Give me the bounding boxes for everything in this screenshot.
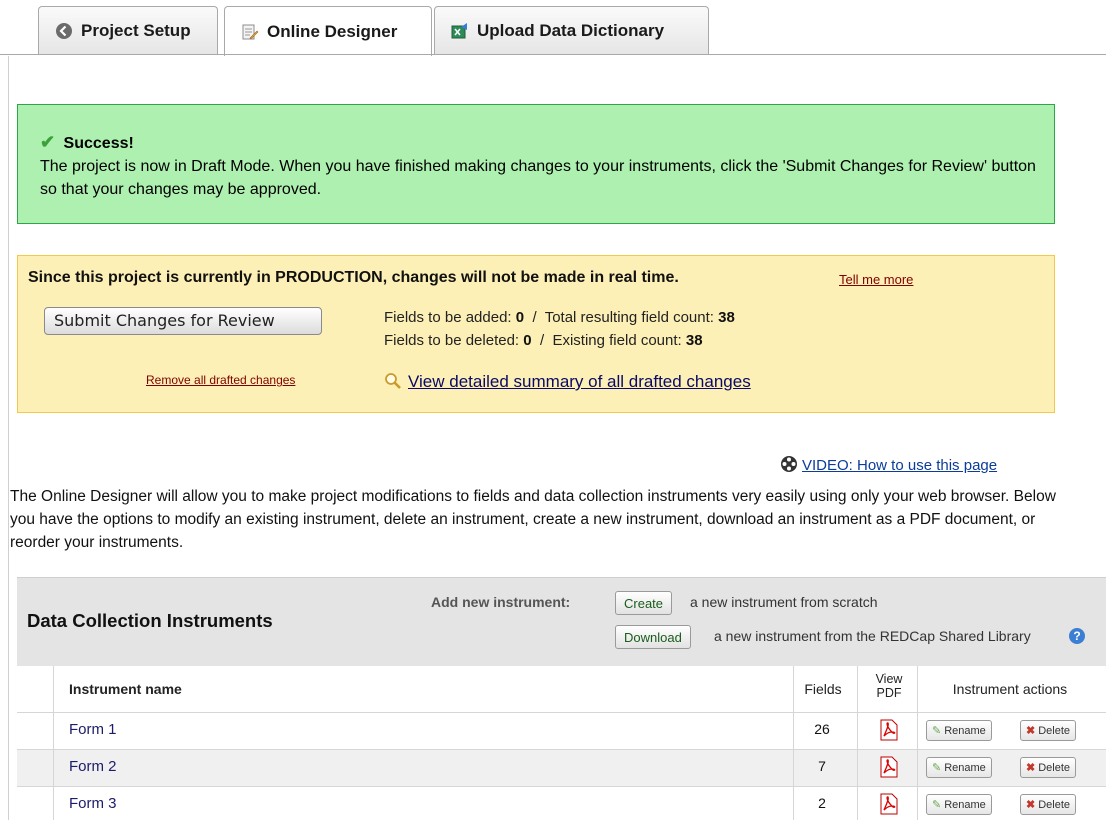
magnifier-icon: [384, 372, 402, 395]
submit-changes-button[interactable]: Submit Changes for Review: [44, 307, 322, 335]
rename-button[interactable]: ✎ Rename: [926, 720, 992, 741]
table-row: Form 1 26 ✎ Rename ✖ Delete: [17, 712, 1106, 749]
pdf-icon[interactable]: [879, 793, 899, 815]
delete-x-icon: ✖: [1026, 799, 1036, 811]
delete-x-icon: ✖: [1026, 725, 1036, 737]
col-instrument-actions: Instrument actions: [952, 681, 1068, 697]
back-arrow-icon: [55, 22, 73, 40]
success-message: ✔ Success! The project is now in Draft M…: [17, 104, 1055, 224]
rename-icon: ✎: [932, 762, 942, 774]
instruments-header: Data Collection Instruments Add new inst…: [17, 577, 1106, 668]
grid-line: [17, 749, 1106, 750]
delete-button[interactable]: ✖ Delete: [1020, 757, 1077, 778]
success-title: Success!: [63, 135, 134, 152]
field-counts: Fields to be added: 0 / Total resulting …: [384, 306, 735, 352]
table-row: Form 2 7 ✎ Rename ✖ Delete: [17, 749, 1106, 786]
table-row: Form 3 2 ✎ Rename ✖ Delete: [17, 786, 1106, 823]
film-reel-icon: [780, 455, 798, 477]
instrument-name[interactable]: Form 3: [69, 795, 117, 812]
pencil-form-icon: [241, 23, 259, 41]
pdf-icon[interactable]: [879, 756, 899, 778]
view-summary-link[interactable]: View detailed summary of all drafted cha…: [384, 372, 751, 395]
grid-line: [793, 666, 794, 820]
field-count: 26: [814, 721, 830, 737]
tab-bar: Project Setup Online Designer Upload Dat…: [0, 0, 1106, 56]
tab-online-designer[interactable]: Online Designer: [224, 6, 432, 56]
tab-label: Online Designer: [267, 21, 398, 41]
video-link[interactable]: VIDEO: How to use this page: [780, 455, 997, 477]
tab-label: Project Setup: [81, 20, 191, 40]
pdf-icon[interactable]: [879, 719, 899, 741]
grid-line: [17, 786, 1106, 787]
designer-description: The Online Designer will allow you to ma…: [10, 488, 1056, 551]
rename-button[interactable]: ✎ Rename: [926, 757, 992, 778]
tab-label: Upload Data Dictionary: [477, 20, 665, 40]
add-instrument-label: Add new instrument:: [431, 594, 571, 610]
field-count: 2: [818, 795, 826, 811]
grid-line: [857, 666, 858, 820]
instruments-panel: Data Collection Instruments Add new inst…: [17, 577, 1106, 823]
column-header-row: Instrument name Fields View PDF Instrume…: [17, 666, 1106, 712]
create-description: a new instrument from scratch: [690, 594, 878, 610]
download-description: a new instrument from the REDCap Shared …: [714, 628, 1031, 644]
total-count: 38: [718, 309, 735, 326]
download-button[interactable]: Download: [615, 625, 691, 649]
create-button[interactable]: Create: [615, 591, 673, 615]
grid-line: [53, 666, 54, 820]
help-icon[interactable]: ?: [1069, 628, 1085, 644]
tab-project-setup[interactable]: Project Setup: [38, 6, 218, 54]
col-fields: Fields: [804, 681, 842, 697]
success-text: The project is now in Draft Mode. When y…: [40, 158, 1036, 198]
deleted-count-line: Fields to be deleted: 0 / Existing field…: [384, 332, 703, 349]
tab-divider: [0, 54, 1106, 55]
spreadsheet-icon: [451, 22, 469, 40]
delete-button[interactable]: ✖ Delete: [1020, 794, 1077, 815]
field-count: 7: [818, 758, 826, 774]
col-instrument-name: Instrument name: [69, 681, 182, 697]
production-notice: Since this project is currently in PRODU…: [17, 255, 1055, 413]
production-heading: Since this project is currently in PRODU…: [28, 269, 679, 286]
remove-drafted-changes-link[interactable]: Remove all drafted changes: [146, 373, 295, 387]
instruments-title: Data Collection Instruments: [27, 610, 273, 631]
rename-icon: ✎: [932, 725, 942, 737]
delete-x-icon: ✖: [1026, 762, 1036, 774]
grid-line: [917, 666, 918, 820]
deleted-count: 0: [523, 332, 532, 349]
rename-icon: ✎: [932, 799, 942, 811]
instrument-name[interactable]: Form 1: [69, 721, 117, 738]
instrument-name[interactable]: Form 2: [69, 758, 117, 775]
tell-me-more-link[interactable]: Tell me more: [839, 272, 913, 287]
rename-button[interactable]: ✎ Rename: [926, 794, 992, 815]
delete-button[interactable]: ✖ Delete: [1020, 720, 1077, 741]
tab-upload-data-dictionary[interactable]: Upload Data Dictionary: [434, 6, 709, 54]
checkmark-icon: ✔: [40, 132, 56, 152]
grid-line: [17, 712, 1106, 713]
added-count-line: Fields to be added: 0 / Total resulting …: [384, 309, 735, 326]
added-count: 0: [515, 309, 525, 326]
left-border: [8, 56, 9, 820]
col-view-pdf: View PDF: [875, 672, 903, 700]
existing-count: 38: [685, 332, 703, 349]
